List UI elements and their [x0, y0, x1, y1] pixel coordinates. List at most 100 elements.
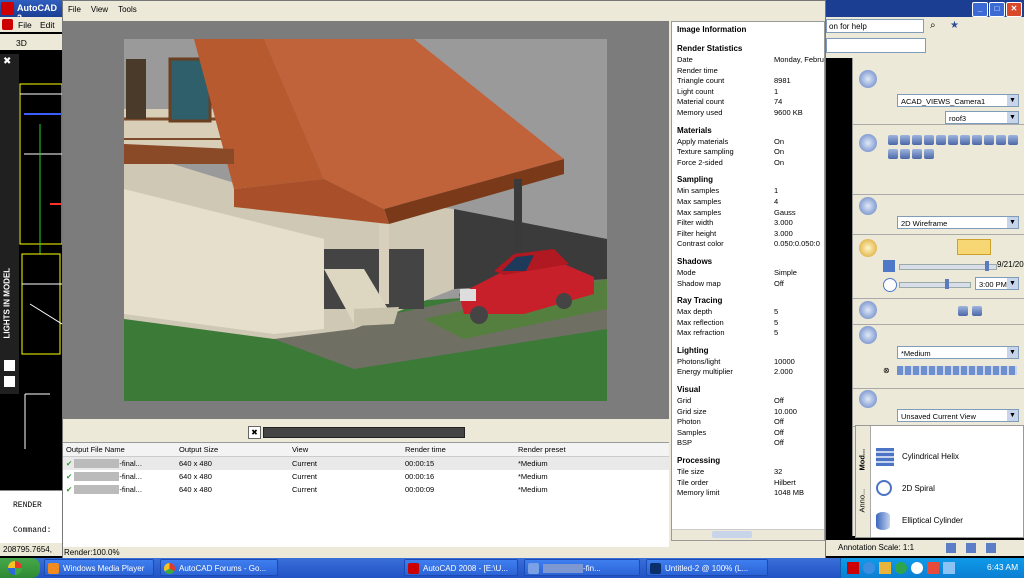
- info-horizontal-scrollbar[interactable]: [672, 529, 824, 540]
- layer-dropdown[interactable]: roof3 ▼: [945, 111, 1019, 124]
- sphere-tool-icon[interactable]: [900, 135, 910, 145]
- annotation-scale[interactable]: Annotation Scale: 1:1: [838, 540, 914, 556]
- column-render-preset[interactable]: Render preset: [518, 443, 638, 456]
- table-row[interactable]: ✔ xxxxxxxxxxxx-final... 640 x 480 Curren…: [63, 483, 669, 496]
- panel-toggle-icon[interactable]: [4, 360, 15, 371]
- scroll-thumb[interactable]: [712, 531, 752, 538]
- box-tool-icon[interactable]: [888, 135, 898, 145]
- menu-edit[interactable]: Edit: [40, 20, 55, 30]
- task-autocad-2008[interactable]: AutoCAD 2008 - [E:\U...: [404, 559, 518, 576]
- wedge-tool-icon[interactable]: [936, 135, 946, 145]
- palette-tab-annotation[interactable]: Anno...: [858, 473, 867, 513]
- command-line[interactable]: RENDER Command:: [0, 490, 62, 543]
- help-search-input[interactable]: on for help: [826, 19, 924, 33]
- subtract-tool-icon[interactable]: [900, 149, 910, 159]
- loft-tool-icon[interactable]: [1008, 135, 1018, 145]
- rendered-image-area: [63, 21, 669, 419]
- time-slider-thumb[interactable]: [945, 279, 949, 289]
- render-menu-view[interactable]: View: [86, 5, 113, 14]
- info-section-heading: Materials: [677, 125, 712, 135]
- tray-volume-icon[interactable]: [911, 562, 923, 574]
- views-dropdown[interactable]: ACAD_VIEWS_Camera1 ▼: [897, 94, 1019, 107]
- annotation-status-bar: Annotation Scale: 1:1: [826, 540, 1024, 556]
- task-autocad-forums[interactable]: AutoCAD Forums - Go...: [160, 559, 278, 576]
- column-render-time[interactable]: Render time: [405, 443, 518, 456]
- sun-toggle[interactable]: [957, 239, 991, 255]
- panel-list-icon[interactable]: [4, 376, 15, 387]
- column-output-size[interactable]: Output Size: [179, 443, 292, 456]
- cancel-render-icon[interactable]: ✖: [248, 426, 261, 439]
- tray-network-icon[interactable]: [863, 562, 875, 574]
- material-map-icon[interactable]: [972, 306, 982, 316]
- menu-file[interactable]: File: [18, 20, 32, 30]
- info-value: 10.000: [774, 406, 797, 416]
- union-tool-icon[interactable]: [888, 149, 898, 159]
- info-value: 2.000: [774, 367, 793, 377]
- toolbar-dropdown[interactable]: [826, 38, 926, 53]
- 3d-make-icon[interactable]: [859, 134, 877, 152]
- visual-style-dropdown[interactable]: 2D Wireframe ▼: [897, 216, 1019, 229]
- table-row[interactable]: ✔ xxxxxxxxxxxx-final... 640 x 480 Curren…: [63, 457, 669, 470]
- navigation-icon[interactable]: [859, 390, 877, 408]
- maximize-icon[interactable]: □: [989, 2, 1005, 17]
- info-value: Off: [774, 438, 784, 448]
- table-row[interactable]: ✔ xxxxxxxxxxxx-final... 640 x 480 Curren…: [63, 470, 669, 483]
- workspace-label: 3D Modeling: [16, 38, 51, 58]
- layers-icon[interactable]: [859, 70, 877, 88]
- render-cancel-icon[interactable]: ⊗: [883, 366, 890, 375]
- task-render-window[interactable]: xxxxxxxxxx-fin...: [524, 559, 640, 576]
- tray-display-icon[interactable]: [943, 562, 955, 574]
- render-preset-dropdown[interactable]: *Medium ▼: [897, 346, 1019, 359]
- chevron-down-icon: ▼: [1007, 95, 1018, 106]
- task-windows-media-player[interactable]: Windows Media Player: [44, 559, 154, 576]
- info-section-heading: Processing: [677, 456, 721, 466]
- minimize-icon[interactable]: _: [972, 2, 988, 17]
- annotation-visibility-icon[interactable]: [946, 543, 956, 553]
- cone-tool-icon[interactable]: [924, 135, 934, 145]
- torus-tool-icon[interactable]: [948, 135, 958, 145]
- tray-settings-icon[interactable]: [986, 543, 996, 553]
- lock-icon[interactable]: [966, 543, 976, 553]
- date-slider-thumb[interactable]: [985, 261, 989, 271]
- slice-tool-icon[interactable]: [924, 149, 934, 159]
- autocad-doc-icon[interactable]: [2, 19, 13, 30]
- info-value: Off: [774, 278, 784, 288]
- material-tool-icon[interactable]: [958, 306, 968, 316]
- visual-style-icon[interactable]: [859, 197, 877, 215]
- time-slider[interactable]: [899, 282, 971, 288]
- search-icon[interactable]: ⌕: [930, 20, 936, 31]
- info-value: 5: [774, 328, 779, 338]
- named-view-dropdown[interactable]: Unsaved Current View ▼: [897, 409, 1019, 422]
- intersect-tool-icon[interactable]: [912, 149, 922, 159]
- render-teapot-icon[interactable]: [859, 326, 877, 344]
- column-output-file-name[interactable]: Output File Name: [63, 443, 179, 456]
- info-value: 5: [774, 317, 779, 327]
- render-menu-tools[interactable]: Tools: [113, 5, 142, 14]
- extrude-tool-icon[interactable]: [972, 135, 982, 145]
- tray-update-icon[interactable]: [895, 562, 907, 574]
- column-view[interactable]: View: [292, 443, 405, 456]
- coordinates-readout: 208795.7654,: [0, 543, 62, 556]
- task-photoshop-untitled[interactable]: Untitled-2 @ 100% (L...: [646, 559, 768, 576]
- render-menu-file[interactable]: File: [63, 5, 86, 14]
- info-section-heading: Shadows: [677, 256, 713, 266]
- date-slider[interactable]: [899, 264, 997, 270]
- time-dropdown[interactable]: 3:00 PM ▼: [975, 277, 1019, 290]
- cylinder-tool-icon[interactable]: [912, 135, 922, 145]
- palette-tab-modeling[interactable]: Mod...: [858, 431, 867, 471]
- materials-icon[interactable]: [859, 301, 877, 319]
- info-key: Filter height: [677, 228, 717, 238]
- tray-security-icon[interactable]: [879, 562, 891, 574]
- light-bulb-icon[interactable]: [859, 239, 877, 257]
- workspace-dropdown[interactable]: 3D Modeling: [0, 34, 62, 58]
- revolve-tool-icon[interactable]: [984, 135, 994, 145]
- close-icon[interactable]: ✖: [3, 56, 11, 67]
- tray-ati-icon[interactable]: [847, 562, 859, 574]
- windows-taskbar: Windows Media Player AutoCAD Forums - Go…: [0, 558, 1024, 578]
- start-button[interactable]: [0, 558, 40, 578]
- tray-antivirus-icon[interactable]: [927, 562, 939, 574]
- star-icon[interactable]: ★: [950, 20, 959, 31]
- sweep-tool-icon[interactable]: [996, 135, 1006, 145]
- close-window-icon[interactable]: ✕: [1006, 2, 1022, 17]
- pyramid-tool-icon[interactable]: [960, 135, 970, 145]
